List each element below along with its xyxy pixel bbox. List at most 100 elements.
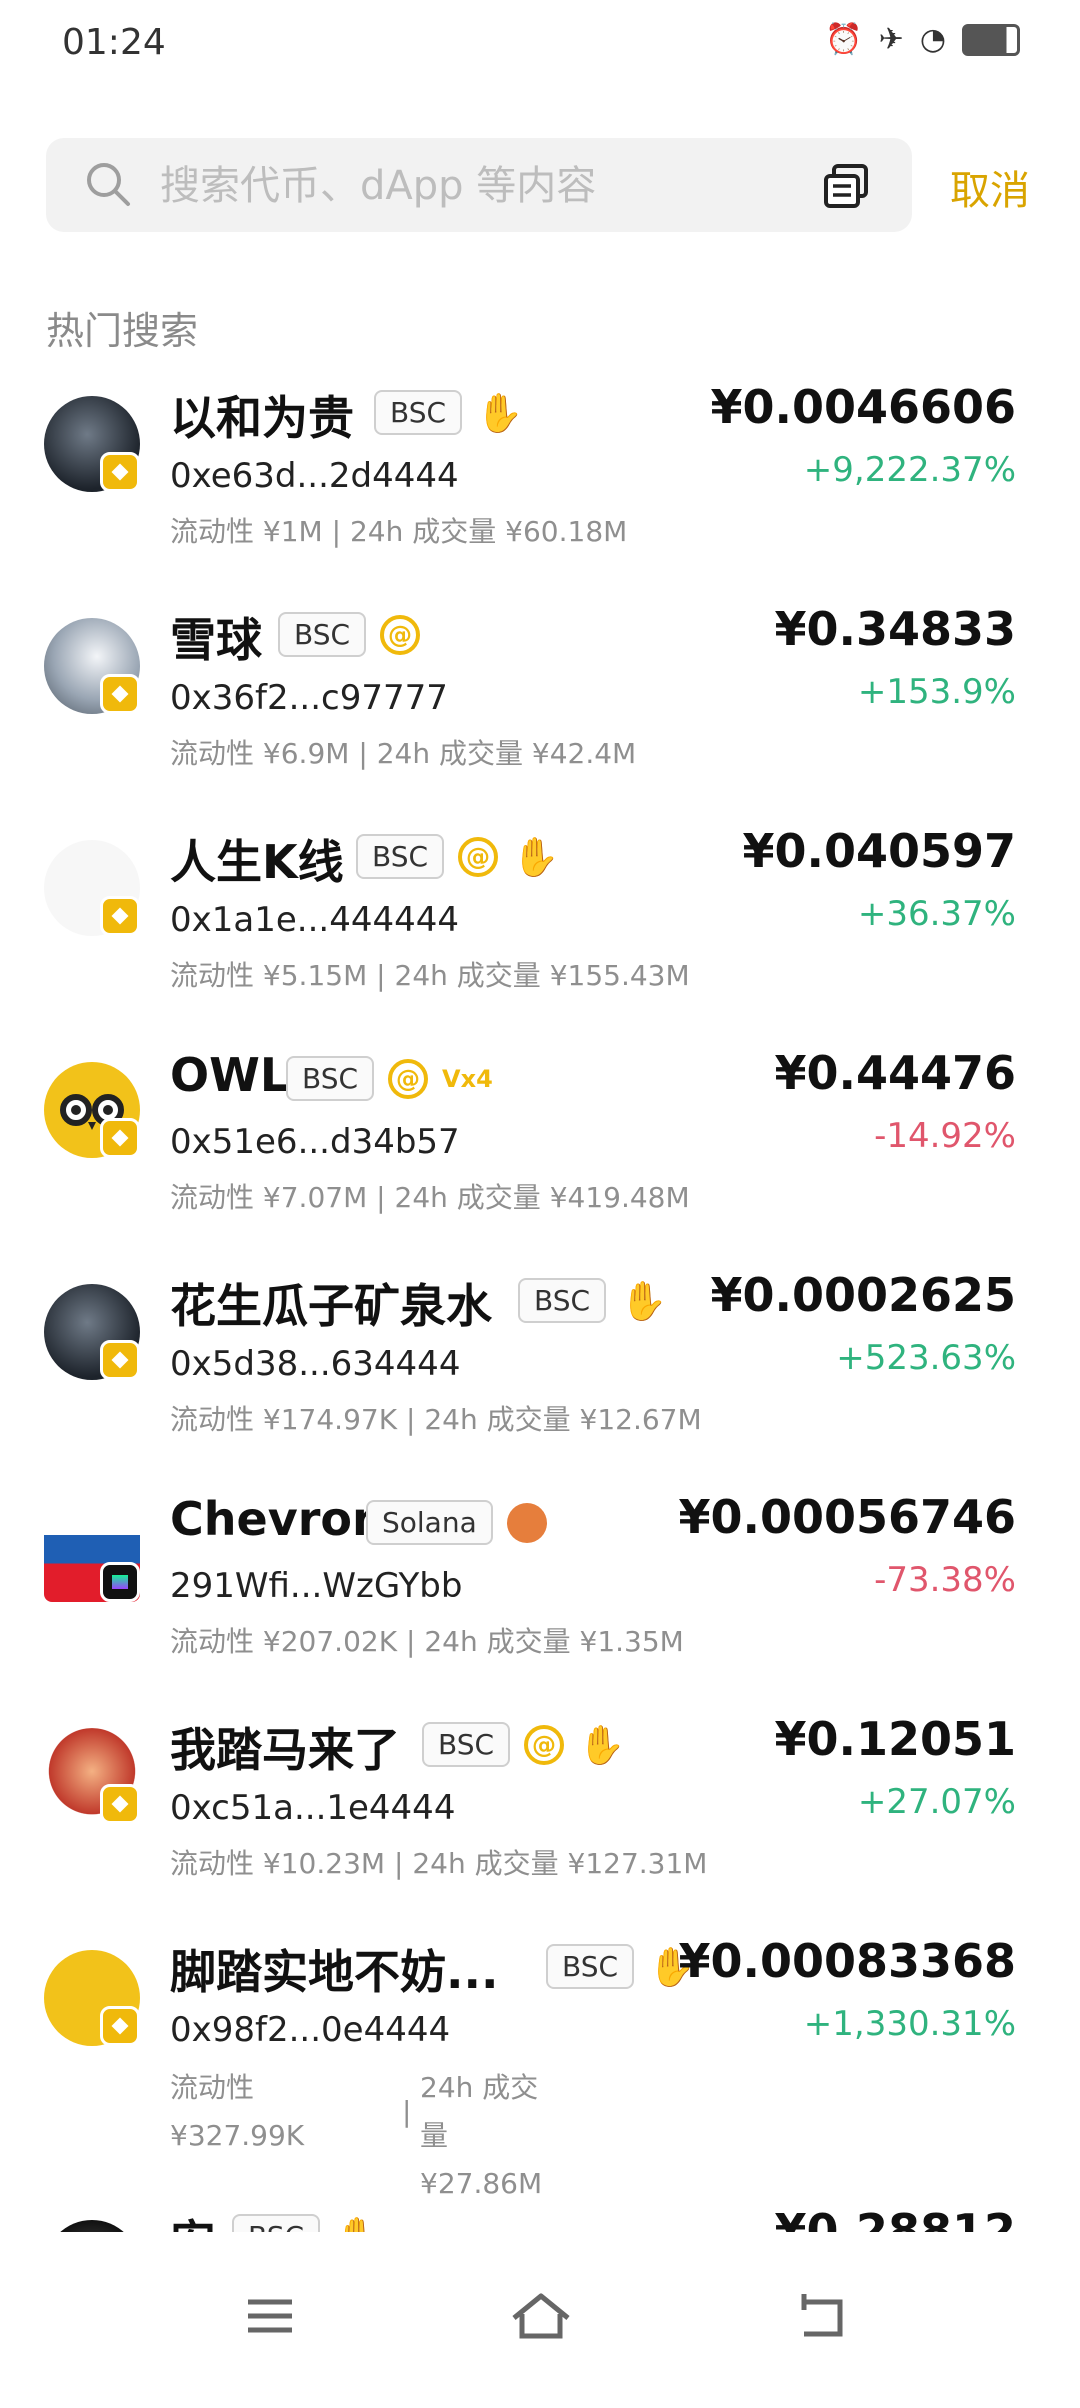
liquidity-value: ¥174.97K	[262, 1403, 398, 1436]
token-price: ¥0.00056746	[678, 1490, 1016, 1544]
token-address[interactable]: 0x98f2...0e4444	[170, 2010, 450, 2050]
token-price: ¥0.44476	[774, 1046, 1016, 1100]
v-multiplier-icon: Vx4	[442, 1064, 493, 1093]
at-icon: @	[388, 1058, 429, 1099]
chain-tag: BSC	[356, 834, 445, 879]
token-address[interactable]: 291Wfi...WzGYbb	[170, 1566, 462, 1606]
search-input[interactable]	[158, 156, 842, 216]
volume-value: ¥42.4M	[531, 737, 637, 770]
price-change: +153.9%	[857, 672, 1016, 712]
token-address[interactable]: 0x1a1e...444444	[170, 900, 459, 940]
liquidity-label: 流动性	[170, 515, 255, 548]
status-time: 01:24	[62, 22, 166, 63]
volume-value: ¥12.67M	[579, 1403, 702, 1436]
battery-icon	[962, 23, 1020, 56]
token-tags: BSC ✋	[374, 390, 523, 435]
cancel-button[interactable]: 取消	[950, 158, 1030, 216]
scan-icon[interactable]	[820, 160, 872, 212]
liquidity-value: ¥327.99K	[170, 2119, 305, 2152]
price-change: +36.37%	[857, 894, 1016, 934]
token-name: 人生K线	[170, 835, 344, 889]
token-tags: BSC @ ✋	[422, 1722, 625, 1767]
meta-divider: |	[405, 1403, 425, 1436]
token-row[interactable]: 以和为贵 BSC ✋ 0xe63d...2d4444 流动性 ¥1M | 24h…	[0, 380, 1080, 602]
bnb-chain-badge-icon	[100, 452, 140, 492]
home-icon[interactable]	[506, 2288, 576, 2344]
token-row[interactable]: 脚踏实地不妨... BSC ✋ 0x98f2...0e4444 流动性 ¥327…	[0, 1934, 1080, 2204]
token-name: 雪球	[170, 613, 262, 667]
token-list: 以和为贵 BSC ✋ 0xe63d...2d4444 流动性 ¥1M | 24h…	[0, 380, 1080, 2264]
token-address[interactable]: 0x36f2...c97777	[170, 678, 448, 718]
meta-divider: |	[405, 1625, 425, 1658]
token-meta: 流动性 ¥10.23M | 24h 成交量 ¥127.31M	[170, 1842, 707, 1882]
token-row[interactable]: 人生K线 BSC @ ✋ 0x1a1e...444444 流动性 ¥5.15M …	[0, 824, 1080, 1046]
at-icon: @	[380, 614, 421, 655]
back-icon[interactable]	[790, 2288, 854, 2344]
price-change: +27.07%	[857, 1782, 1016, 1822]
search-icon	[87, 163, 130, 206]
token-row[interactable]: 雪球 BSC @ 0x36f2...c97777 流动性 ¥6.9M | 24h…	[0, 602, 1080, 824]
liquidity-value: ¥207.02K	[262, 1625, 398, 1658]
pirate-icon	[506, 1502, 547, 1543]
token-meta: 流动性 ¥5.15M | 24h 成交量 ¥155.43M	[170, 954, 690, 994]
search-bar[interactable]	[46, 138, 912, 232]
token-tags: BSC ✋	[518, 1278, 667, 1323]
chain-tag: BSC	[286, 1056, 375, 1101]
price-change: -73.38%	[874, 1560, 1016, 1600]
volume-label: 24h 成交量	[420, 2071, 539, 2152]
token-row[interactable]: OWL BSC @ Vx4 0x51e6...d34b57 流动性 ¥7.07M…	[0, 1046, 1080, 1268]
token-tags: BSC @ Vx4	[286, 1056, 493, 1101]
token-tags: BSC @ ✋	[356, 834, 559, 879]
meta-divider: |	[393, 1847, 413, 1880]
liquidity-value: ¥10.23M	[262, 1847, 386, 1880]
token-address[interactable]: 0xc51a...1e4444	[170, 1788, 455, 1828]
bnb-chain-badge-icon	[100, 1340, 140, 1380]
volume-label: 24h 成交量	[394, 959, 541, 992]
liquidity-label: 流动性	[170, 1403, 255, 1436]
liquidity-value: ¥6.9M	[262, 737, 350, 770]
liquidity-label: 流动性	[170, 737, 255, 770]
volume-label: 24h 成交量	[424, 1403, 571, 1436]
token-row[interactable]: Chevron Solana 291Wfi...WzGYbb 流动性 ¥207.…	[0, 1490, 1080, 1712]
chain-tag: BSC	[422, 1722, 511, 1767]
token-row[interactable]: 花生瓜子矿泉水 BSC ✋ 0x5d38...634444 流动性 ¥174.9…	[0, 1268, 1080, 1490]
price-change: +523.63%	[836, 1338, 1016, 1378]
volume-label: 24h 成交量	[376, 737, 523, 770]
token-price: ¥0.040597	[742, 824, 1016, 878]
volume-value: ¥60.18M	[505, 515, 628, 548]
alarm-icon: ⏰	[825, 22, 863, 57]
liquidity-label: 流动性	[170, 1181, 255, 1214]
liquidity-value: ¥7.07M	[262, 1181, 368, 1214]
hand-icon: ✋	[476, 390, 524, 435]
menu-icon[interactable]	[238, 2288, 302, 2344]
volume-value: ¥419.48M	[549, 1181, 690, 1214]
liquidity-label: 流动性	[170, 2071, 255, 2104]
meta-divider: |	[402, 2095, 412, 2128]
token-row[interactable]: 我踏马来了 BSC @ ✋ 0xc51a...1e4444 流动性 ¥10.23…	[0, 1712, 1080, 1934]
token-price: ¥0.00083368	[678, 1934, 1016, 1988]
token-name: 我踏马来了	[170, 1723, 400, 1777]
token-address[interactable]: 0x5d38...634444	[170, 1344, 460, 1384]
status-icons: ⏰ ✈ ◔	[825, 22, 1020, 57]
system-nav-bar	[0, 2232, 1080, 2408]
token-meta: 流动性 ¥174.97K | 24h 成交量 ¥12.67M	[170, 1398, 702, 1438]
airplane-icon: ✈	[878, 22, 904, 57]
token-name: 脚踏实地不妨...	[170, 1945, 499, 1999]
bnb-chain-badge-icon	[100, 2006, 140, 2046]
bnb-chain-badge-icon	[100, 896, 140, 936]
token-name: OWL	[170, 1048, 290, 1102]
liquidity-value: ¥1M	[262, 515, 323, 548]
token-address[interactable]: 0x51e6...d34b57	[170, 1122, 460, 1162]
chain-tag: BSC	[546, 1944, 635, 1989]
bnb-chain-badge-icon	[100, 1118, 140, 1158]
chain-tag: BSC	[374, 390, 463, 435]
token-price: ¥0.12051	[774, 1712, 1016, 1766]
status-bar: 01:24 ⏰ ✈ ◔	[0, 0, 1080, 90]
token-tags: BSC @	[278, 612, 421, 657]
at-icon: @	[458, 836, 499, 877]
volume-value: ¥27.86M	[420, 2167, 543, 2200]
meta-divider: |	[376, 959, 395, 992]
v-multiplier-value: x4	[460, 1064, 493, 1093]
token-address[interactable]: 0xe63d...2d4444	[170, 456, 459, 496]
token-name: 花生瓜子矿泉水	[170, 1279, 492, 1333]
